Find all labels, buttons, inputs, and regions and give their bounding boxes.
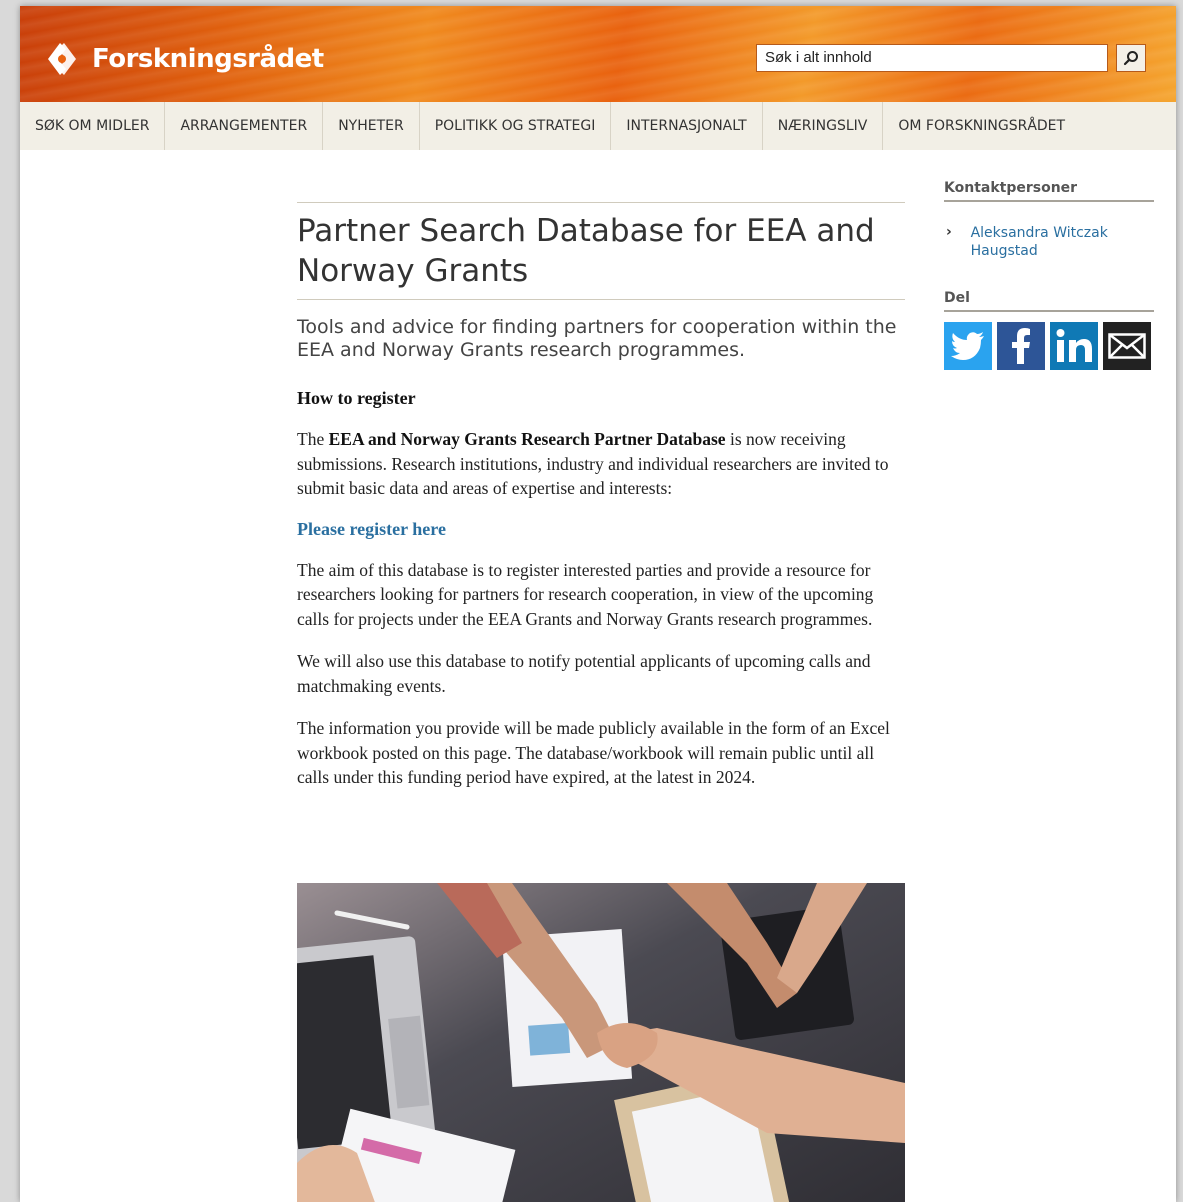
facebook-icon [1012,328,1030,364]
twitter-icon [951,332,984,360]
page: Forskningsrådet Søk i alt innhold SØK OM… [20,6,1176,1202]
brand-name: Forskningsrådet [92,44,324,74]
contacts-heading: Kontaktpersoner [944,180,1154,202]
chevron-right-icon: › [946,224,952,240]
site-header: Forskningsrådet Søk i alt innhold [20,6,1176,102]
twitter-share-button[interactable] [944,322,992,370]
contact-item: › Aleksandra Witczak Haugstad [944,224,1154,260]
search-input[interactable]: Søk i alt innhold [756,44,1108,72]
title-divider [297,202,905,203]
nav-item-nyheter[interactable]: NYHETER [323,102,420,150]
register-link[interactable]: Please register here [297,519,905,540]
how-to-register-heading: How to register [297,388,416,408]
nav-item-om-forskningsradet[interactable]: OM FORSKNINGSRÅDET [883,102,1080,150]
main-nav: SØK OM MIDLER ARRANGEMENTER NYHETER POLI… [20,102,1176,150]
linkedin-icon [1056,329,1092,362]
share-buttons [944,322,1154,370]
nav-item-internasjonalt[interactable]: INTERNASJONALT [611,102,763,150]
nav-item-naeringsliv[interactable]: NÆRINGSLIV [763,102,884,150]
search-button[interactable] [1116,44,1146,72]
nav-item-politikk-og-strategi[interactable]: POLITIKK OG STRATEGI [420,102,612,150]
aim-paragraph: The aim of this database is to register … [297,559,874,629]
page-title: Partner Search Database for EEA and Norw… [297,211,905,300]
notify-paragraph: We will also use this database to notify… [297,651,871,696]
article: Partner Search Database for EEA and Norw… [297,202,905,790]
site-logo[interactable]: Forskningsrådet [38,39,324,79]
email-icon [1108,333,1146,359]
handshake-illustration [297,883,905,1202]
intro-text-start: The [297,429,329,449]
intro-paragraph: The EEA and Norway Grants Research Partn… [297,427,905,501]
logo-mark-icon [48,43,76,75]
share-heading: Del [944,290,1154,312]
linkedin-share-button[interactable] [1050,322,1098,370]
contact-link[interactable]: Aleksandra Witczak Haugstad [971,224,1154,260]
article-lead: Tools and advice for finding partners fo… [297,316,897,361]
nav-item-arrangementer[interactable]: ARRANGEMENTER [165,102,324,150]
email-share-button[interactable] [1103,322,1151,370]
search-icon [1123,51,1138,66]
facebook-share-button[interactable] [997,322,1045,370]
sidebar: Kontaktpersoner › Aleksandra Witczak Hau… [944,180,1154,370]
database-name: EEA and Norway Grants Research Partner D… [328,429,726,449]
handshake-photo [297,883,905,1202]
nav-item-sok-om-midler[interactable]: SØK OM MIDLER [20,102,166,150]
publication-paragraph: The information you provide will be made… [297,718,890,787]
